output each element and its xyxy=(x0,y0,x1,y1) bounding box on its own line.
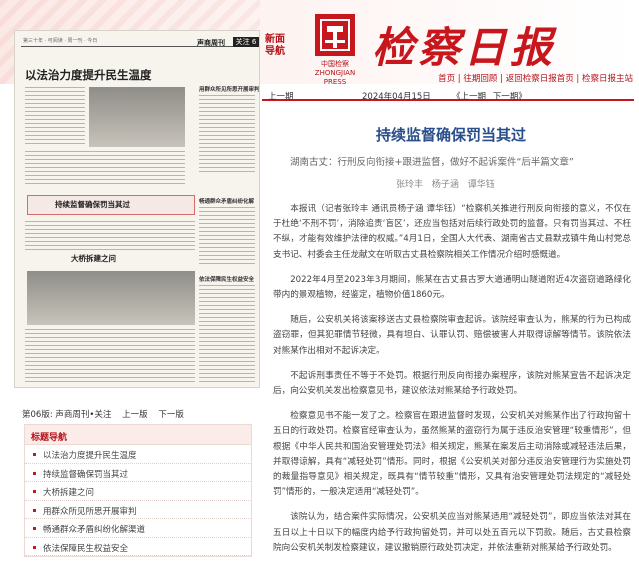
title-navigation-header: 标题导航 xyxy=(25,425,251,445)
article-paragraph: 本报讯（记者张玲丰 通讯员杨子涵 谭华钰）“检察机关推进行刑反向衔接的意义，不仅… xyxy=(273,204,631,260)
issue-nav: 《上一期 下一期》 xyxy=(452,90,531,102)
article-authors: 张玲丰 杨子涵 谭华钰 xyxy=(396,180,495,190)
jcrb-home-link[interactable]: 返回检察日报首页 xyxy=(506,74,574,84)
issue-label[interactable]: 上一期 xyxy=(268,90,294,102)
paper-subhead-2[interactable]: 大桥拆建之问 xyxy=(71,253,116,264)
page-edition-label: 第06版: 声商周刊•关注 xyxy=(22,410,112,420)
article-paragraph: 随后，公安机关将该案移送古丈县检察院审查起诉。该院经审查认为，熊某的行为已构成盗… xyxy=(273,315,631,356)
nav-item[interactable]: 以法治力度提升民生温度 xyxy=(25,445,251,464)
paper-text-block xyxy=(25,151,185,187)
issue-info-bar: 上一期 2024年04月15日 《上一期 下一期》 xyxy=(262,87,634,102)
article-title: 持续监督确保罚当其过 xyxy=(375,126,526,144)
paper-right-title-3[interactable]: 依法保障民生权益安全 xyxy=(199,275,254,283)
paper-text-block xyxy=(25,87,85,147)
paper-section-name: 声商周刊 xyxy=(197,39,225,47)
nav-item[interactable]: 依法保障民生权益安全 xyxy=(25,538,251,556)
logo-caption-en: ZHONGJIAN PRESS xyxy=(314,69,356,86)
nav-item[interactable]: 用群众所见所思开展审判 xyxy=(25,501,251,519)
paper-text-block xyxy=(25,221,195,251)
article-body: 本报讯（记者张玲丰 通讯员杨子涵 谭华钰）“检察机关推进行刑反向衔接的意义，不仅… xyxy=(273,202,631,566)
nav-item[interactable]: 大桥拆建之问 xyxy=(25,482,251,501)
back-issues-link[interactable]: 往期回顾 xyxy=(463,74,497,84)
title-navigation: 标题导航 以法治力度提升民生温度 持续监督确保罚当其过 大桥拆建之问 用群众所见… xyxy=(24,424,252,557)
next-page-link[interactable]: 下一版 xyxy=(158,410,184,420)
paper-subhead-1[interactable]: 持续监督确保罚当其过 xyxy=(55,199,130,210)
issue-date: 2024年04月15日 xyxy=(362,92,431,102)
paper-bridge-photo xyxy=(27,271,195,325)
paper-right-title-2[interactable]: 畅通群众矛盾纠纷化解 xyxy=(199,197,254,205)
jcrb-main-site-link[interactable]: 检察日报主站 xyxy=(582,74,633,84)
home-link[interactable]: 首页 xyxy=(438,74,455,84)
header-links: 首页 | 往期回顾 | 返回检察日报首页 | 检察日报主站 xyxy=(438,74,633,84)
logo-caption: 中国检察 ZHONGJIAN PRESS xyxy=(303,60,367,87)
new-edition-nav-tag: 新面导航 xyxy=(265,34,285,57)
article-paragraph: 该院认为，结合案件实际情况，公安机关应当对熊某适用“减轻处罚”，即应当依法对其在… xyxy=(273,512,631,553)
next-issue-link[interactable]: 下一期》 xyxy=(493,92,527,102)
paper-text-block xyxy=(199,285,255,383)
paper-right-title-1[interactable]: 用群众所见所思开展审判 xyxy=(199,85,259,93)
prev-page-link[interactable]: 上一版 xyxy=(122,410,148,420)
article-paragraph: 2022年4月至2023年3月期间，熊某在古丈县古罗大道通明山隧道附近4次盗窃道… xyxy=(273,274,631,301)
nav-item[interactable]: 畅通群众矛盾纠纷化解渠道 xyxy=(25,519,251,538)
logo-caption-cn: 中国检察 xyxy=(321,60,349,68)
article-subtitle: 湖南古丈：行刑反向衔接+跟进监督，做好不起诉案件“后半篇文章” xyxy=(290,157,574,168)
newspaper-page-thumbnail[interactable]: 第三十年 · 可阅读 · 周一刊 · 今日 声商周刊 关注 6 以法治力度提升民… xyxy=(14,30,260,388)
nav-item[interactable]: 持续监督确保罚当其过 xyxy=(25,464,251,482)
paper-photo xyxy=(89,87,185,147)
masthead-title: 检察日报 xyxy=(372,23,557,72)
zhongjian-logo-icon xyxy=(313,12,357,58)
page-edition-bar: 第06版: 声商周刊•关注 上一版 下一版 xyxy=(22,408,184,420)
prev-issue-link[interactable]: 《上一期 xyxy=(452,92,486,102)
paper-text-block xyxy=(199,95,255,175)
paper-section-box: 关注 6 xyxy=(233,37,259,47)
paper-top-small-text: 第三十年 · 可阅读 · 周一刊 · 今日 xyxy=(23,38,98,44)
paper-text-block xyxy=(25,329,195,383)
article-paragraph: 检察意见书不能一发了之。检察官在跟进监督时发现，公安机关对熊某作出了行政拘留十五… xyxy=(273,411,631,498)
paper-headline[interactable]: 以法治力度提升民生温度 xyxy=(25,67,152,83)
article-paragraph: 不起诉刑事责任不等于不处罚。根据行刑反向衔接办案程序，该院对熊某宣告不起诉决定后… xyxy=(273,370,631,397)
paper-text-block xyxy=(199,207,255,265)
